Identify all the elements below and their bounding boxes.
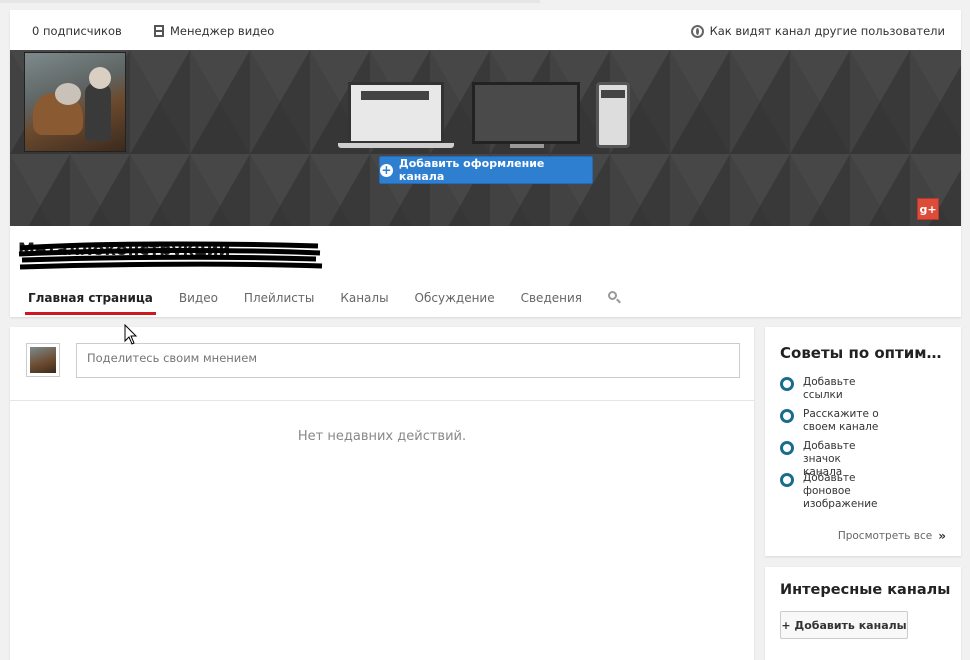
view-as-label: Как видят канал другие пользователи	[709, 24, 945, 38]
view-as-link[interactable]: Как видят канал другие пользователи	[690, 24, 945, 38]
phone-preview-bar	[601, 90, 625, 98]
interesting-channels-card: Интересные каналы + Добавить каналы	[765, 567, 961, 660]
tab-about[interactable]: Сведения	[521, 288, 582, 317]
see-all-link[interactable]: Просмотреть все »	[838, 529, 946, 543]
video-manager-label: Менеджер видео	[170, 24, 275, 38]
share-opinion-input[interactable]	[76, 343, 740, 378]
tips-title: Советы по оптим…	[780, 344, 942, 362]
top-edge-strip	[0, 0, 540, 3]
add-channel-art-button[interactable]: + Добавить оформление канала	[379, 156, 593, 184]
tab-home[interactable]: Главная страница	[25, 288, 156, 317]
add-channel-art-label: Добавить оформление канала	[398, 157, 545, 183]
channel-topbar: 0 подписчиков Менеджер видео Как видят к…	[10, 10, 961, 50]
laptop-preview-icon	[348, 82, 444, 144]
channel-banner: + Добавить оформление канала g+	[10, 50, 961, 226]
tab-videos[interactable]: Видео	[179, 288, 218, 317]
tip-label: Расскажите о своем канале	[803, 408, 879, 433]
tv-preview-icon	[472, 82, 580, 144]
tip-circle-icon	[780, 473, 794, 487]
optimization-tips-card: Советы по оптим… Добавьте ссылки Расскаж…	[765, 327, 961, 556]
channel-avatar[interactable]	[24, 52, 126, 152]
tip-label: Добавьте фоновое изображение	[803, 472, 878, 510]
plus-circle-icon: +	[380, 162, 393, 177]
empty-feed-message: Нет недавних действий.	[297, 429, 467, 444]
video-manager-link[interactable]: Менеджер видео	[154, 24, 274, 38]
tab-playlists[interactable]: Плейлисты	[244, 288, 314, 317]
laptop-base	[338, 143, 454, 148]
tip-item[interactable]: Добавьте фоновое изображение	[780, 472, 883, 511]
tip-item[interactable]: Расскажите о своем канале	[780, 408, 883, 434]
avatar-child-shape	[85, 83, 111, 141]
video-manager-icon	[154, 25, 164, 37]
chevron-right-icon: »	[938, 529, 946, 543]
gplus-icon[interactable]: g+	[917, 198, 939, 220]
phone-preview-icon	[596, 82, 630, 148]
tab-discussion[interactable]: Обсуждение	[415, 288, 495, 317]
avatar-image	[30, 347, 56, 373]
search-icon[interactable]	[608, 291, 622, 305]
tip-circle-icon	[780, 409, 794, 423]
avatar-dog-head-shape	[55, 83, 81, 105]
avatar-child-head-shape	[89, 67, 111, 89]
add-channels-button[interactable]: + Добавить каналы	[780, 611, 908, 639]
redaction-scribble	[18, 241, 323, 270]
interesting-channels-title: Интересные каналы	[780, 582, 951, 598]
tip-item[interactable]: Добавьте ссылки	[780, 376, 883, 402]
channel-tabs: Главная страница Видео Плейлисты Каналы …	[10, 288, 961, 317]
see-all-label: Просмотреть все	[837, 530, 933, 542]
tv-stand	[510, 144, 544, 148]
avatar	[26, 343, 60, 377]
globe-icon	[690, 24, 704, 38]
tip-label: Добавьте ссылки	[803, 376, 856, 401]
tip-circle-icon	[780, 377, 794, 391]
search-icon-handle	[616, 298, 621, 304]
top-edge	[0, 0, 970, 10]
channel-header: 0 подписчиков Менеджер видео Как видят к…	[10, 10, 961, 317]
activity-feed: Нет недавних действий.	[10, 327, 754, 660]
mouse-cursor-icon	[124, 324, 138, 345]
tab-channels[interactable]: Каналы	[340, 288, 388, 317]
subscriber-count: 0 подписчиков	[32, 24, 122, 38]
laptop-preview-bar	[361, 91, 429, 100]
feed-divider	[10, 400, 754, 401]
tip-circle-icon	[780, 441, 794, 455]
